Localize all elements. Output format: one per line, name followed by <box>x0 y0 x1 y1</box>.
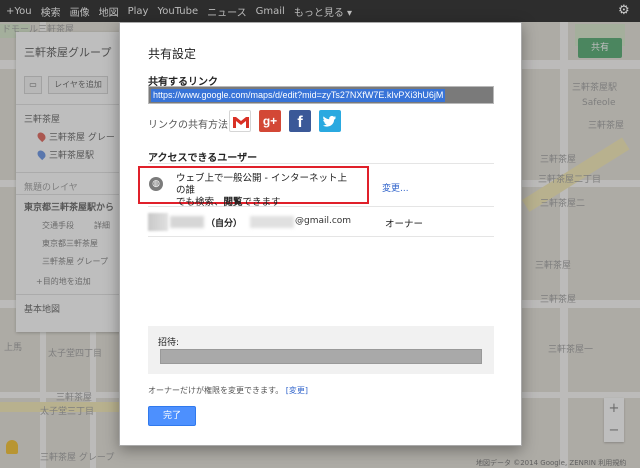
google-top-bar: +You 検索 画像 地図 Play YouTube ニュース Gmail もっ… <box>0 0 640 22</box>
owner-role: オーナー <box>385 219 424 230</box>
dialog-title: 共有設定 <box>148 47 197 61</box>
owner-email: @gmail.com <box>295 216 352 226</box>
invite-section: 招待: <box>148 326 494 374</box>
owner-note-change-link[interactable]: [変更] <box>286 386 308 395</box>
access-description: ウェブ上で一般公開 - インターネット上の誰 でも検索、閲覧できます <box>176 173 356 209</box>
share-link-url[interactable]: https://www.google.com/maps/d/edit?mid=z… <box>151 89 446 102</box>
access-users-label: アクセスできるユーザー <box>148 153 258 164</box>
change-access-link[interactable]: 変更... <box>382 181 409 194</box>
topbar-link-play[interactable]: Play <box>128 6 149 17</box>
share-link-field[interactable]: https://www.google.com/maps/d/edit?mid=z… <box>148 86 494 104</box>
gear-icon[interactable]: ⚙ <box>618 4 632 18</box>
access-row-public: ◍ ウェブ上で一般公開 - インターネット上の誰 でも検索、閲覧できます 変更.… <box>138 163 494 209</box>
topbar-link-more[interactable]: もっと見る ▾ <box>294 4 352 19</box>
topbar-link-search[interactable]: 検索 <box>41 4 61 19</box>
topbar-link-plus-you[interactable]: +You <box>6 6 32 17</box>
invite-label: 招待: <box>158 338 180 348</box>
owner-self-label: （自分） <box>206 219 243 229</box>
done-button[interactable]: 完了 <box>148 406 196 426</box>
topbar-link-images[interactable]: 画像 <box>70 4 90 19</box>
facebook-icon[interactable]: f <box>289 110 311 132</box>
google-plus-icon[interactable]: g+ <box>259 110 281 132</box>
owner-email-redacted <box>250 216 294 228</box>
invite-input[interactable] <box>160 349 482 364</box>
topbar-link-gmail[interactable]: Gmail <box>256 6 285 17</box>
share-settings-dialog: 共有設定 共有するリンク https://www.google.com/maps… <box>119 22 522 446</box>
gmail-icon[interactable] <box>229 110 251 132</box>
topbar-link-maps[interactable]: 地図 <box>99 4 119 19</box>
topbar-link-news[interactable]: ニュース <box>207 4 247 19</box>
avatar <box>148 213 168 231</box>
owner-permission-note: オーナーだけが権限を変更できます。 [変更] <box>148 385 308 396</box>
globe-icon: ◍ <box>149 177 163 191</box>
share-method-label: リンクの共有方法: <box>148 120 232 131</box>
access-description-line1: ウェブ上で一般公開 - インターネット上の誰 <box>176 173 347 196</box>
twitter-icon[interactable] <box>319 110 341 132</box>
owner-name-redacted <box>170 216 204 228</box>
owner-row: （自分） @gmail.com オーナー <box>148 207 494 237</box>
owner-note-text: オーナーだけが権限を変更できます。 <box>148 386 284 395</box>
topbar-link-youtube[interactable]: YouTube <box>157 6 198 17</box>
